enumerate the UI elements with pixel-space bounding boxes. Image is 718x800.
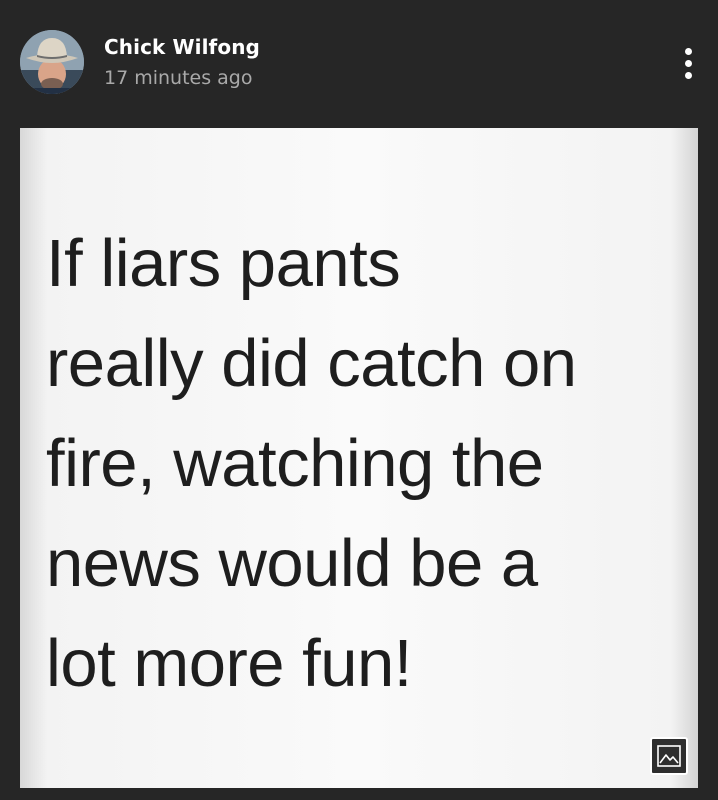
post-timestamp: 17 minutes ago <box>104 67 253 89</box>
post-card: Chick Wilfong 17 minutes ago If liars pa… <box>0 0 718 800</box>
avatar-image <box>20 30 84 94</box>
more-options-button[interactable] <box>672 42 706 84</box>
view-image-button[interactable] <box>650 737 688 775</box>
post-header: Chick Wilfong 17 minutes ago <box>0 0 718 128</box>
more-vertical-icon-dot <box>685 60 692 67</box>
more-vertical-icon <box>685 48 692 55</box>
image-icon <box>657 745 681 767</box>
author-avatar[interactable] <box>20 30 84 94</box>
more-vertical-icon-dot <box>685 72 692 79</box>
post-image[interactable]: If liars pants really did catch on fire,… <box>20 128 698 788</box>
image-caption-text: If liars pants really did catch on fire,… <box>46 226 577 701</box>
author-name[interactable]: Chick Wilfong <box>104 35 260 59</box>
